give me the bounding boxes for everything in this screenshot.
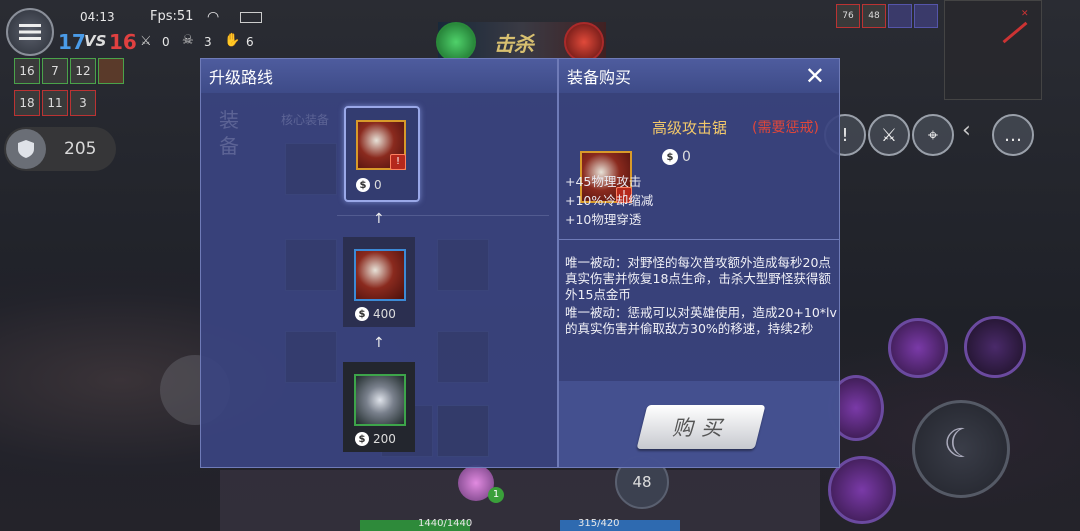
ally-level: 16: [14, 58, 40, 84]
close-icon[interactable]: ✕: [805, 62, 825, 90]
mana-value: 315/420: [578, 518, 620, 529]
upgrade-route-panel: 升级路线 装备 核心装备 ! $ 0 ↑ $ 400 ↑ $ 200: [200, 58, 558, 468]
coin-icon: $: [355, 432, 369, 446]
minimap[interactable]: ✕: [944, 0, 1042, 100]
enemy-portrait: 76: [836, 4, 860, 28]
kill-banner: 击杀: [436, 22, 606, 62]
upgrade-arrow-icon: ↑: [373, 335, 385, 351]
upgrade-route-title: 升级路线: [201, 59, 557, 93]
coin-icon: $: [355, 307, 369, 321]
fps-readout: Fps:51: [150, 9, 194, 24]
stat-line: +10%冷却缩减: [565, 193, 654, 208]
coin-icon: $: [662, 149, 678, 165]
skill-2-button[interactable]: [964, 316, 1026, 378]
chat-icon: …: [1004, 124, 1022, 146]
smite-badge-icon: !: [390, 154, 406, 170]
sword-icon: ⚔: [140, 34, 152, 49]
killer-avatar: [436, 22, 476, 62]
gold-display[interactable]: 205: [4, 127, 116, 171]
hand-icon: ✋: [224, 33, 241, 48]
red-team-portraits: 18 11 3: [14, 90, 96, 116]
hamburger-icon: [19, 24, 41, 40]
menu-button[interactable]: [6, 8, 54, 56]
upgrade-item-component[interactable]: $ 400: [343, 237, 415, 327]
scythe-icon: ☾: [943, 421, 979, 467]
ghost-slot: [437, 331, 489, 383]
kill-text: 击杀: [494, 32, 534, 56]
potion-count: 1: [488, 487, 504, 503]
skill-1-button[interactable]: [888, 318, 948, 378]
match-time: 04:13: [80, 10, 115, 24]
gold-amount: 205: [64, 139, 97, 159]
chat-button[interactable]: …: [992, 114, 1034, 156]
ghost-slot: [437, 405, 489, 457]
enemy-level: 18: [14, 90, 40, 116]
ally-avatar: [98, 58, 124, 84]
price-value: 0: [374, 178, 382, 192]
collapse-arrow-icon[interactable]: ‹: [962, 118, 971, 143]
armor-icon: [6, 129, 46, 169]
purchase-title: 装备购买: [567, 68, 632, 87]
sword-icon: ⚔: [880, 124, 898, 146]
price-value: 0: [682, 149, 691, 165]
buy-button[interactable]: 购买: [636, 405, 766, 449]
purchase-header: 装备购买 ✕: [559, 59, 839, 93]
ghost-label: 核心装备: [281, 113, 330, 127]
red-score: 16: [109, 30, 137, 54]
enemy-portraits: 76 48: [836, 4, 938, 28]
enemy-marker-icon: ✕: [1021, 9, 1029, 19]
enemy-portrait: [914, 4, 938, 28]
pin-icon: ⌖: [927, 124, 939, 146]
vs-label: VS: [84, 32, 107, 50]
location-signal-button[interactable]: ⌖: [912, 114, 954, 156]
ally-level: 12: [70, 58, 96, 84]
item-price: $ 0: [356, 178, 382, 192]
enemy-portrait: [888, 4, 912, 28]
price-value: 200: [373, 432, 396, 446]
attack-signal-button[interactable]: ⚔: [868, 114, 910, 156]
ghost-slot: [285, 331, 337, 383]
item-stats: +45物理攻击 +10%冷却缩减 +10物理穿透: [565, 172, 653, 229]
coin-icon: $: [356, 178, 370, 192]
battery-icon: [240, 12, 262, 23]
basic-attack-button[interactable]: ☾: [912, 400, 1010, 498]
saw-item-icon: !: [356, 120, 406, 170]
enemy-level: 11: [42, 90, 68, 116]
skull-icon: ☠: [182, 33, 194, 48]
blue-score: 17: [58, 30, 86, 54]
ghost-slot: [285, 143, 337, 195]
upgrade-item-base[interactable]: $ 200: [343, 362, 415, 452]
blue-team-portraits: 16 7 12: [14, 58, 124, 84]
passive-description-1: 唯一被动：对野怪的每次普攻额外造成每秒20点真实伤害并恢复18点生命，击杀大型野…: [565, 255, 831, 302]
ghost-slot: [437, 239, 489, 291]
deaths-count: 3: [204, 35, 212, 49]
ghost-slot: [285, 239, 337, 291]
wifi-icon: ◠: [207, 9, 220, 25]
enemy-level: 3: [70, 90, 96, 116]
item-price: $ 0: [662, 149, 691, 165]
assists-count: 6: [246, 35, 254, 49]
item-price: $ 200: [355, 432, 396, 446]
saw-item-icon: [354, 249, 406, 301]
item-name: 高级攻击锯: [652, 119, 728, 137]
kills-count: 0: [162, 35, 170, 49]
enemy-portrait: 48: [862, 4, 886, 28]
ally-level: 7: [42, 58, 68, 84]
price-value: 400: [373, 307, 396, 321]
item-requirement: (需要惩戒): [752, 120, 819, 136]
item-price: $ 400: [355, 307, 396, 321]
exclamation-icon: !: [841, 124, 849, 146]
equip-side-label: 装备: [219, 108, 239, 158]
passive-description-2: 唯一被动：惩戒可以对英雄使用，造成20+10*lv的真实伤害并偷取敌方30%的移…: [565, 305, 837, 336]
stat-line: +10物理穿透: [565, 212, 642, 227]
buy-label: 购买: [672, 416, 730, 440]
boots-item-icon: [354, 374, 406, 426]
hp-value: 1440/1440: [418, 518, 473, 529]
victim-avatar: [564, 22, 604, 62]
upgrade-arrow-icon: ↑: [373, 211, 385, 227]
upgrade-item-selected[interactable]: ! $ 0: [344, 106, 420, 202]
stat-line: +45物理攻击: [565, 174, 642, 189]
